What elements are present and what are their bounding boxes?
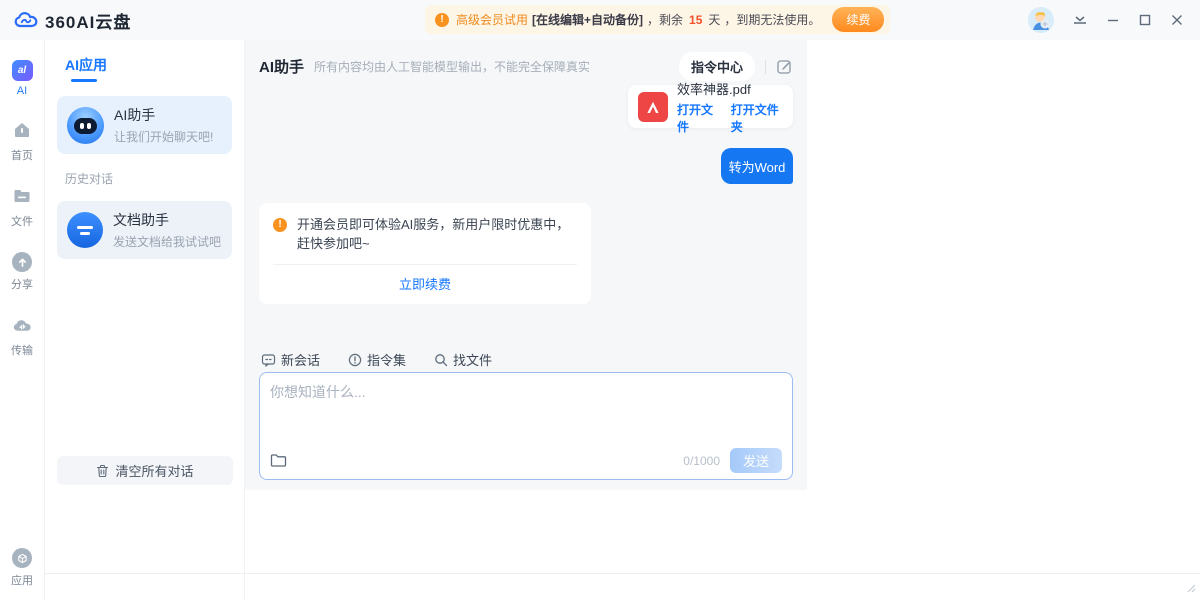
assistant-card[interactable]: AI助手 让我们开始聊天吧! bbox=[57, 96, 232, 154]
share-icon bbox=[12, 252, 32, 272]
chat-disclaimer: 所有内容均由人工智能模型输出，不能完全保障真实 bbox=[314, 58, 590, 75]
nav-rail: al AI 首页 文件 分享 传输 应用 bbox=[0, 40, 45, 600]
command-set-button[interactable]: 指令集 bbox=[348, 350, 406, 369]
trial-label: 高级会员试用 bbox=[456, 11, 528, 28]
rail-item-files[interactable]: 文件 bbox=[11, 186, 33, 229]
home-icon bbox=[12, 120, 32, 143]
membership-notice-card: ! 开通会员即可体验AI服务，新用户限时优惠中，赶快参加吧~ 立即续费 bbox=[259, 203, 591, 304]
clear-all-chats-label: 清空所有对话 bbox=[115, 461, 193, 480]
rail-item-share[interactable]: 分享 bbox=[11, 252, 33, 292]
renew-now-link[interactable]: 立即续费 bbox=[273, 274, 577, 293]
rail-item-transfer[interactable]: 传输 bbox=[11, 315, 33, 358]
assistant-card-subtitle: 让我们开始聊天吧! bbox=[114, 128, 213, 145]
message-input[interactable] bbox=[270, 382, 782, 448]
open-file-link[interactable]: 打开文件 bbox=[677, 101, 719, 135]
resize-grip[interactable] bbox=[1184, 581, 1196, 596]
char-counter: 0/1000 bbox=[683, 454, 720, 468]
history-section-label: 历史对话 bbox=[65, 170, 232, 187]
message-input-box: 0/1000 发送 bbox=[259, 372, 793, 480]
trial-remain: ，剩余 bbox=[647, 11, 683, 28]
notice-divider bbox=[273, 264, 577, 265]
new-session-icon bbox=[261, 353, 276, 367]
find-file-button[interactable]: 找文件 bbox=[434, 350, 492, 369]
download-panel-icon[interactable] bbox=[1072, 13, 1088, 27]
bottom-divider bbox=[45, 573, 1200, 574]
folder-icon bbox=[12, 186, 32, 209]
trial-days: 15 bbox=[687, 13, 704, 27]
new-chat-compose-icon[interactable] bbox=[776, 58, 793, 75]
minimize-button[interactable] bbox=[1106, 13, 1120, 27]
doc-card-title: 文档助手 bbox=[113, 210, 221, 230]
ai-icon: al bbox=[12, 60, 33, 81]
rail-item-apps[interactable]: 应用 bbox=[11, 548, 33, 588]
renew-button[interactable]: 续费 bbox=[832, 7, 884, 32]
section-title-underline bbox=[71, 79, 97, 82]
pdf-icon bbox=[638, 92, 668, 122]
new-session-button[interactable]: 新会话 bbox=[261, 350, 320, 369]
search-icon bbox=[434, 353, 448, 367]
attached-file-card[interactable]: 效率神器.pdf 打开文件 打开文件夹 bbox=[628, 85, 793, 128]
clear-all-chats-button[interactable]: 清空所有对话 bbox=[57, 456, 233, 485]
app-logo: 360AI云盘 bbox=[0, 8, 131, 33]
user-avatar[interactable] bbox=[1028, 7, 1054, 33]
sidebar-section-title: AI应用 bbox=[65, 55, 107, 75]
warning-icon: ! bbox=[435, 13, 449, 27]
close-button[interactable] bbox=[1170, 13, 1184, 27]
transfer-icon bbox=[12, 315, 33, 338]
chat-panel: AI助手 所有内容均由人工智能模型输出，不能完全保障真实 指令中心 效率神器.p… bbox=[245, 40, 807, 490]
command-set-icon bbox=[348, 353, 362, 367]
doc-card-subtitle: 发送文档给我试试吧 bbox=[113, 233, 221, 250]
apps-icon bbox=[12, 548, 32, 568]
command-center-button[interactable]: 指令中心 bbox=[679, 52, 755, 81]
doc-assistant-card[interactable]: 文档助手 发送文档给我试试吧 bbox=[57, 201, 232, 259]
notice-text: 开通会员即可体验AI服务，新用户限时优惠中，赶快参加吧~ bbox=[297, 216, 577, 254]
app-title: 360AI云盘 bbox=[45, 8, 131, 33]
robot-icon bbox=[67, 107, 104, 144]
rail-item-home[interactable]: 首页 bbox=[11, 120, 33, 163]
send-button[interactable]: 发送 bbox=[730, 448, 782, 473]
assistant-card-title: AI助手 bbox=[114, 105, 213, 125]
notice-warning-icon: ! bbox=[273, 218, 287, 232]
cloud-logo-icon bbox=[14, 11, 38, 29]
file-name: 效率神器.pdf bbox=[677, 79, 783, 98]
maximize-button[interactable] bbox=[1138, 13, 1152, 27]
titlebar: 360AI云盘 ! 高级会员试用 [在线编辑+自动备份] ，剩余 15 天 ，到… bbox=[0, 0, 1200, 40]
chat-header: AI助手 所有内容均由人工智能模型输出，不能完全保障真实 指令中心 bbox=[245, 40, 807, 81]
chat-title: AI助手 bbox=[259, 56, 304, 77]
attach-file-icon[interactable] bbox=[270, 453, 287, 468]
trial-day-word: 天 bbox=[708, 11, 720, 28]
rail-item-ai[interactable]: al AI bbox=[12, 60, 33, 97]
convert-to-word-button[interactable]: 转为Word bbox=[721, 148, 793, 184]
open-folder-link[interactable]: 打开文件夹 bbox=[731, 101, 783, 135]
trial-expire: ，到期无法使用。 bbox=[724, 11, 820, 28]
chat-toolbar: 新会话 指令集 找文件 bbox=[261, 350, 492, 369]
trial-feature: [在线编辑+自动备份] bbox=[532, 11, 643, 28]
header-divider bbox=[765, 60, 766, 74]
trial-banner: ! 高级会员试用 [在线编辑+自动备份] ，剩余 15 天 ，到期无法使用。 续… bbox=[425, 5, 890, 34]
doc-chat-icon bbox=[67, 212, 103, 248]
ai-sidebar: AI应用 AI助手 让我们开始聊天吧! 历史对话 文档助手 发送文档给我试试吧 … bbox=[45, 40, 245, 600]
trash-icon bbox=[96, 464, 109, 478]
